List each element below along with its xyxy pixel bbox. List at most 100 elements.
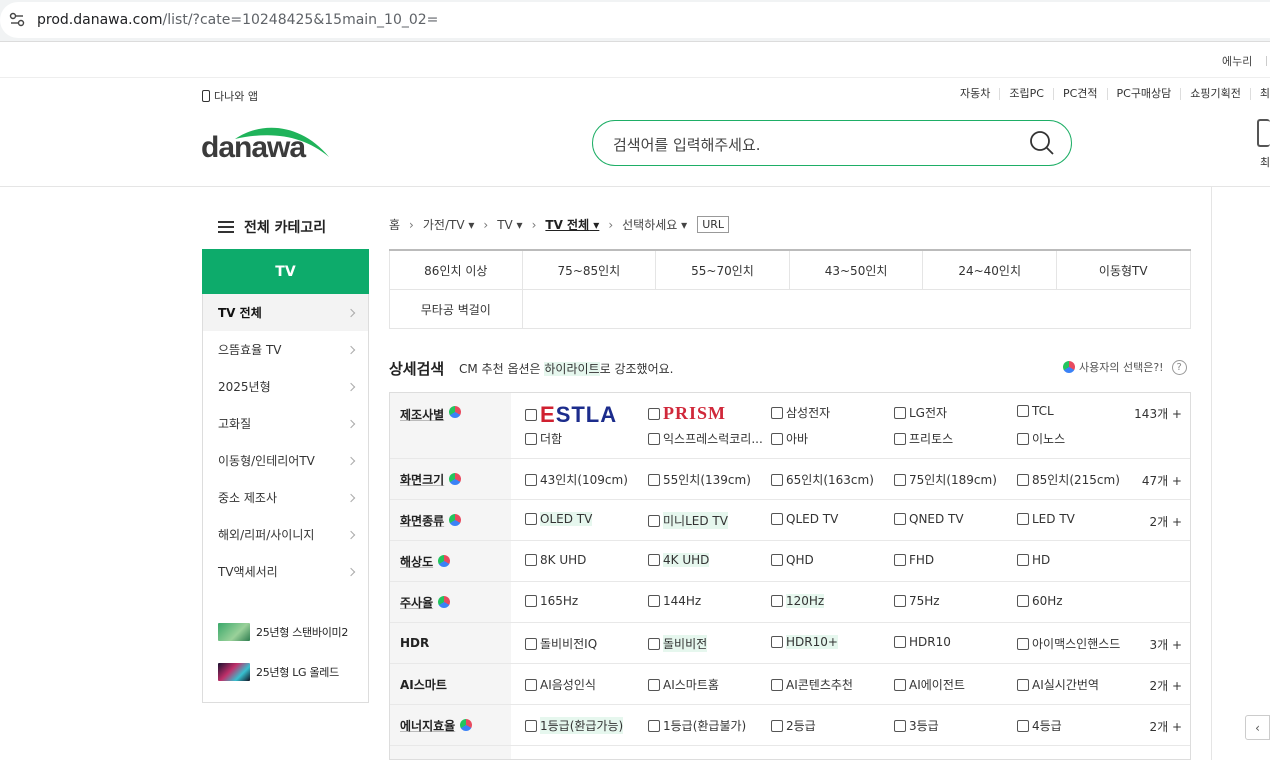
option-item[interactable]: AI콘텐츠추천	[771, 676, 853, 693]
checkbox[interactable]	[771, 473, 783, 486]
breadcrumb-home[interactable]: 홈	[389, 216, 400, 233]
option-samsung[interactable]: 삼성전자	[771, 404, 830, 421]
checkbox[interactable]	[525, 719, 537, 732]
help-icon[interactable]: ?	[1171, 359, 1187, 375]
checkbox[interactable]	[894, 406, 906, 419]
checkbox[interactable]	[648, 678, 660, 691]
option-count[interactable]: 3개 +	[1149, 636, 1182, 653]
option-deoham[interactable]: 더함	[525, 430, 562, 447]
option-item[interactable]: 75인치(189cm)	[894, 471, 997, 488]
sidebar-item-efficient-tv[interactable]: 으뜸효율 TV	[203, 331, 368, 368]
option-count[interactable]: 143개 +	[1134, 405, 1182, 422]
checkbox[interactable]	[894, 513, 906, 525]
checkbox[interactable]	[894, 719, 906, 732]
size-filter-wall-mount[interactable]: 무타공 벽걸이	[389, 290, 523, 328]
option-item[interactable]: QNED TV	[894, 512, 964, 526]
size-filter-43-50[interactable]: 43~50인치	[790, 251, 924, 289]
option-item[interactable]: AI음성인식	[525, 676, 596, 693]
sidebar-item-smb-maker[interactable]: 중소 제조사	[203, 479, 368, 516]
sidebar-item-tv-all[interactable]: TV 전체	[203, 294, 368, 331]
option-item[interactable]: 돌비비전IQ	[525, 635, 597, 652]
url-copy-button[interactable]: URL	[697, 216, 730, 233]
collapse-panel-button[interactable]: ‹	[1245, 715, 1270, 740]
checkbox[interactable]	[648, 432, 660, 445]
checkbox[interactable]	[771, 432, 783, 445]
option-count[interactable]: 2개 +	[1149, 718, 1182, 735]
size-filter-86-plus[interactable]: 86인치 이상	[389, 251, 523, 289]
checkbox[interactable]	[525, 473, 537, 486]
breadcrumb-tv[interactable]: TV ▾	[497, 218, 522, 232]
option-item[interactable]: HDR10	[894, 635, 951, 649]
checkbox[interactable]	[648, 473, 660, 486]
option-item[interactable]: 4K UHD	[648, 553, 710, 567]
checkbox[interactable]	[771, 406, 783, 419]
option-item[interactable]: 144Hz	[648, 594, 701, 608]
checkbox[interactable]	[525, 595, 537, 607]
size-filter-75-85[interactable]: 75~85인치	[523, 251, 657, 289]
checkbox[interactable]	[525, 554, 537, 566]
option-item[interactable]: 120Hz	[771, 594, 825, 608]
option-item[interactable]: 1등급(환급가능)	[525, 717, 624, 734]
option-item[interactable]: 85인치(215cm)	[1017, 471, 1120, 488]
option-lg[interactable]: LG전자	[894, 404, 947, 421]
sidebar-item-overseas[interactable]: 해외/리퍼/사이니지	[203, 516, 368, 553]
option-item[interactable]: AI에이전트	[894, 676, 965, 693]
checkbox[interactable]	[771, 595, 783, 607]
option-prism[interactable]: PRISM	[648, 403, 726, 424]
url-text[interactable]: prod.danawa.com/list/?cate=10248425&15ma…	[37, 12, 438, 28]
option-inos[interactable]: 이노스	[1017, 430, 1065, 447]
recent-items-icon[interactable]	[1257, 119, 1270, 147]
checkbox[interactable]	[894, 678, 906, 691]
option-item[interactable]: 돌비비전	[648, 635, 708, 652]
option-count[interactable]: 2개 +	[1149, 513, 1182, 530]
spec-label[interactable]: 화면종류	[390, 500, 511, 540]
option-item[interactable]: 65인치(163cm)	[771, 471, 874, 488]
spec-label[interactable]: 화면크기	[390, 459, 511, 499]
breadcrumb-select[interactable]: 선택하세요 ▾	[622, 216, 687, 233]
option-item[interactable]: AI실시간번역	[1017, 676, 1099, 693]
checkbox[interactable]	[1017, 637, 1029, 650]
checkbox[interactable]	[525, 678, 537, 691]
top-link-car[interactable]: 자동차	[958, 88, 999, 100]
spec-label[interactable]: AI스마트	[390, 664, 511, 704]
checkbox[interactable]	[648, 719, 660, 732]
option-item[interactable]: LED TV	[1017, 512, 1075, 526]
checkbox[interactable]	[1017, 719, 1029, 732]
checkbox[interactable]	[771, 554, 783, 566]
util-link-enuri[interactable]: 에누리	[1222, 53, 1252, 69]
option-item[interactable]: 55인치(139cm)	[648, 471, 751, 488]
option-item[interactable]: QHD	[771, 553, 814, 567]
spec-label[interactable]: 주사율	[390, 582, 511, 622]
checkbox[interactable]	[648, 595, 660, 607]
checkbox[interactable]	[771, 678, 783, 691]
checkbox[interactable]	[894, 595, 906, 607]
site-info-icon[interactable]	[8, 11, 26, 29]
option-item[interactable]: 8K UHD	[525, 553, 586, 567]
option-item[interactable]: 4등급	[1017, 717, 1062, 734]
checkbox[interactable]	[1017, 405, 1029, 417]
top-link-cut[interactable]: 최	[1249, 88, 1270, 100]
option-item[interactable]: QLED TV	[771, 512, 838, 526]
option-count[interactable]: 2개 +	[1149, 677, 1182, 694]
sidebar-item-portable[interactable]: 이동형/인테리어TV	[203, 442, 368, 479]
sidebar-item-2025[interactable]: 2025년형	[203, 368, 368, 405]
checkbox[interactable]	[525, 513, 537, 525]
checkbox[interactable]	[648, 554, 660, 566]
checkbox[interactable]	[771, 513, 783, 525]
spec-label[interactable]: 에너지효율	[390, 705, 511, 745]
option-item[interactable]: 2등급	[771, 717, 816, 734]
size-filter-portable[interactable]: 이동형TV	[1057, 251, 1191, 289]
user-choice-link[interactable]: 사용자의 선택은?! ?	[1063, 359, 1187, 375]
option-aba[interactable]: 아바	[771, 430, 808, 447]
spec-label[interactable]: 해상도	[390, 541, 511, 581]
promo-standbyme[interactable]: 25년형 스탠바이미2	[203, 612, 368, 652]
search-input[interactable]: 검색어를 입력해주세요.	[613, 134, 761, 155]
top-link-shopping-event[interactable]: 쇼핑기획전	[1180, 88, 1250, 100]
checkbox[interactable]	[1017, 595, 1029, 607]
top-link-pc-consult[interactable]: PC구매상담	[1106, 88, 1181, 100]
option-item[interactable]: HD	[1017, 553, 1050, 567]
option-item[interactable]: HDR10+	[771, 635, 838, 649]
option-item[interactable]: 165Hz	[525, 594, 578, 608]
address-bar[interactable]: prod.danawa.com/list/?cate=10248425&15ma…	[0, 2, 1270, 38]
sidebar-item-high-res[interactable]: 고화질	[203, 405, 368, 442]
